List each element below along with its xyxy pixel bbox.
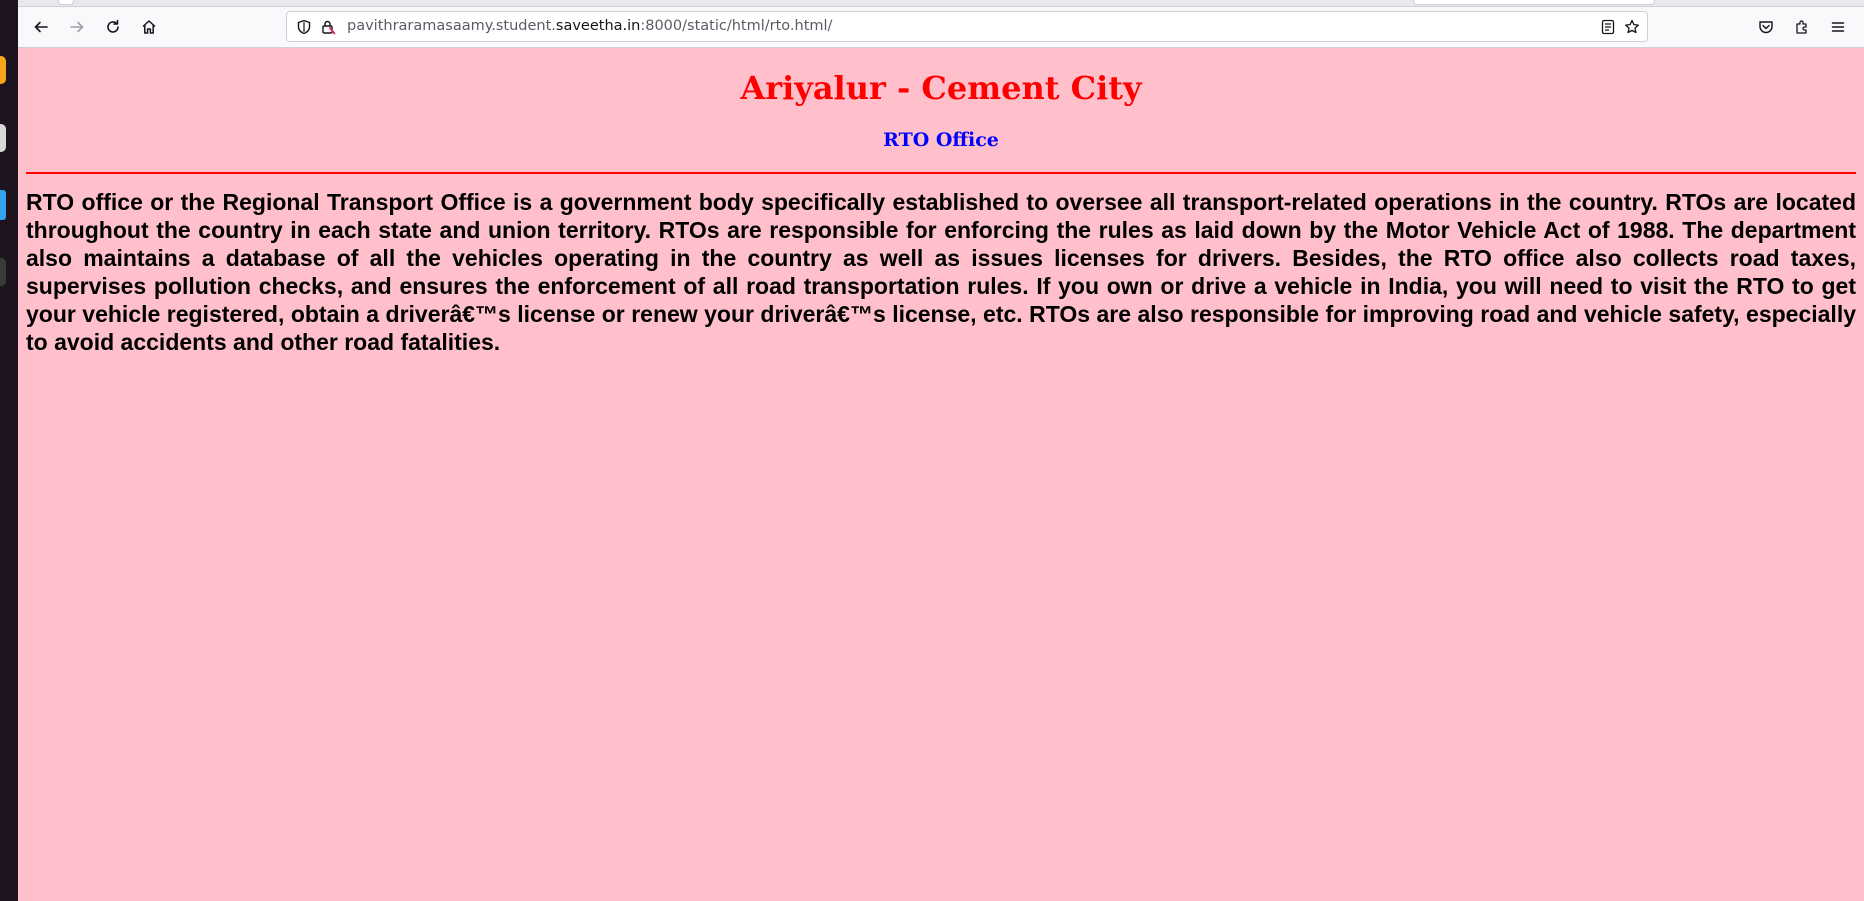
menu-button[interactable] [1824, 13, 1852, 41]
dock-active-indicator [0, 190, 6, 220]
shield-icon[interactable] [295, 18, 313, 36]
reader-view-icon[interactable] [1599, 18, 1617, 36]
puzzle-icon [1796, 20, 1807, 34]
rto-description-paragraph: RTO office or the Regional Transport Off… [26, 189, 1856, 355]
pocket-button[interactable] [1752, 13, 1780, 41]
pocket-icon [1759, 21, 1773, 34]
horizontal-rule [26, 172, 1856, 174]
tab-left-fragment[interactable] [58, 0, 74, 5]
reload-button[interactable] [99, 13, 127, 41]
screen: pavithraramasaamy.student.saveetha.in:80… [0, 0, 1864, 901]
page-content: Ariyalur - Cement City RTO Office RTO of… [18, 48, 1864, 901]
page-title: Ariyalur - Cement City [740, 69, 1142, 107]
browser-window: pavithraramasaamy.student.saveetha.in:80… [18, 0, 1864, 901]
back-button[interactable] [27, 13, 55, 41]
tab-strip [18, 0, 1864, 7]
home-icon [142, 20, 156, 34]
arrow-left-icon [34, 21, 48, 33]
tab-right-fragment[interactable] [1413, 0, 1655, 5]
url-bar[interactable]: pavithraramasaamy.student.saveetha.in:80… [286, 11, 1648, 42]
url-text[interactable]: pavithraramasaamy.student.saveetha.in:80… [347, 12, 832, 41]
star-icon[interactable] [1623, 18, 1641, 36]
dock-app-terminal[interactable] [0, 258, 6, 286]
lock-warning-icon[interactable] [319, 18, 337, 36]
arrow-right-icon [70, 21, 84, 33]
dock-app-firefox[interactable] [0, 56, 6, 84]
url-suffix: :8000/static/html/rto.html/ [640, 18, 833, 34]
os-dock [0, 0, 18, 901]
reload-icon [107, 19, 119, 33]
url-prefix: pavithraramasaamy.student. [347, 18, 556, 34]
forward-button[interactable] [63, 13, 91, 41]
dock-app-files[interactable] [0, 124, 6, 152]
url-host: saveetha.in [555, 18, 641, 34]
extensions-button[interactable] [1788, 13, 1816, 41]
page-subtitle: RTO Office [883, 129, 999, 151]
home-button[interactable] [135, 13, 163, 41]
navigation-toolbar: pavithraramasaamy.student.saveetha.in:80… [18, 7, 1864, 48]
hamburger-menu-icon [1831, 22, 1845, 32]
